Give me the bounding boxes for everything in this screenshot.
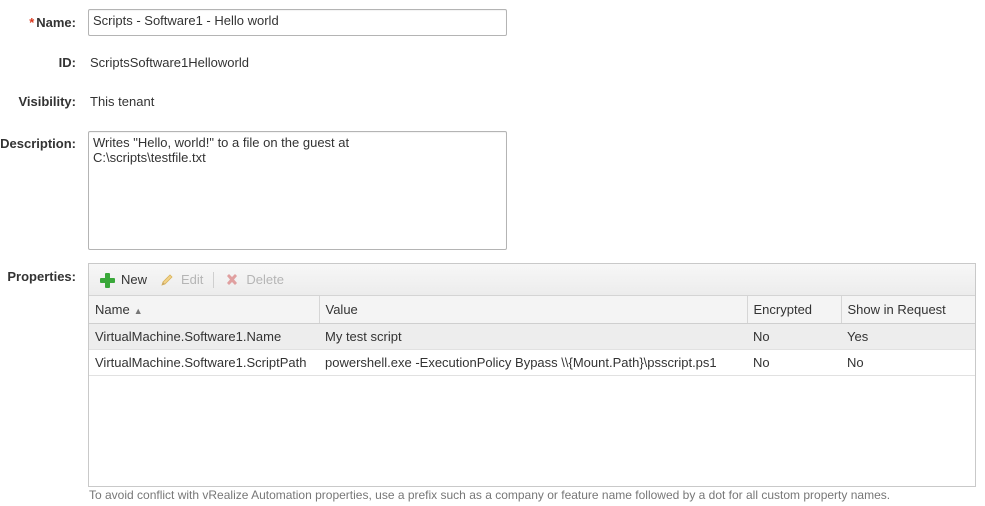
required-marker: * <box>29 15 35 30</box>
column-header-show-in-request[interactable]: Show in Request <box>841 296 975 324</box>
description-label: Description: <box>0 136 76 151</box>
edit-button[interactable]: Edit <box>159 272 203 288</box>
properties-label: Properties: <box>7 269 76 284</box>
id-label: ID: <box>58 55 76 70</box>
new-button[interactable]: New <box>99 272 147 288</box>
id-value: ScriptsSoftware1Helloworld <box>90 55 249 70</box>
cell-name: VirtualMachine.Software1.Name <box>89 323 319 350</box>
cell-encrypted: No <box>747 323 841 350</box>
cell-encrypted: No <box>747 349 841 376</box>
properties-toolbar: New Edit Delete <box>89 264 975 296</box>
name-label: * Name: <box>29 15 76 30</box>
properties-grid: New Edit Delete Name ▲ Value Encrypted Sh… <box>88 263 976 487</box>
delete-button-label: Delete <box>246 272 284 287</box>
table-row[interactable]: VirtualMachine.Software1.Name My test sc… <box>89 323 975 350</box>
delete-button[interactable]: Delete <box>224 272 284 288</box>
plus-icon <box>99 272 115 288</box>
edit-button-label: Edit <box>181 272 204 287</box>
property-prefix-hint: To avoid conflict with vRealize Automati… <box>89 488 891 502</box>
visibility-label: Visibility: <box>18 94 76 109</box>
table-header-row: Name ▲ Value Encrypted Show in Request <box>89 296 975 324</box>
pencil-icon <box>159 272 175 288</box>
column-header-encrypted[interactable]: Encrypted <box>747 296 842 324</box>
delete-x-icon <box>224 272 240 288</box>
toolbar-divider <box>213 271 215 288</box>
description-textarea[interactable]: Writes "Hello, world!" to a file on the … <box>88 131 507 250</box>
column-header-name[interactable]: Name ▲ <box>89 296 320 324</box>
cell-show-in-request: No <box>841 349 975 376</box>
cell-value: powershell.exe -ExecutionPolicy Bypass \… <box>319 349 747 376</box>
new-button-label: New <box>121 272 148 287</box>
properties-table: Name ▲ Value Encrypted Show in Request Vi… <box>89 296 975 376</box>
name-input[interactable]: Scripts - Software1 - Hello world <box>88 9 507 36</box>
table-row[interactable]: VirtualMachine.Software1.ScriptPath powe… <box>89 349 975 376</box>
cell-name: VirtualMachine.Software1.ScriptPath <box>89 349 319 376</box>
cell-value: My test script <box>319 323 747 350</box>
cell-show-in-request: Yes <box>841 323 975 350</box>
column-header-value[interactable]: Value <box>319 296 748 324</box>
sort-ascending-icon: ▲ <box>133 306 143 316</box>
visibility-value: This tenant <box>90 94 155 109</box>
